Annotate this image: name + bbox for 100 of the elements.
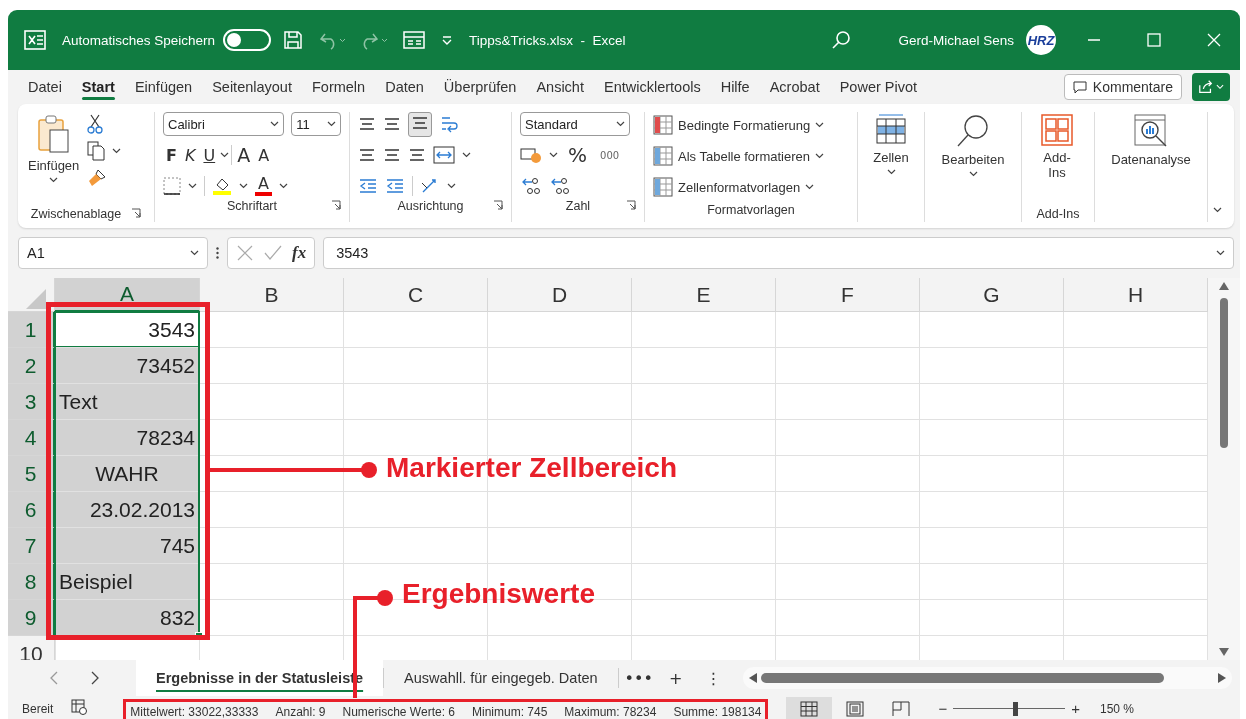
scroll-left-icon[interactable] [748,673,757,683]
close-icon[interactable] [1206,32,1222,48]
ribbon-tab[interactable]: Hilfe [710,74,760,100]
decrease-decimal-icon[interactable] [549,176,571,196]
styles-menu-button[interactable]: Bedingte Formatierung [653,112,849,138]
sheet-action-button[interactable]: + [656,667,695,689]
font-style-button[interactable]: U [200,145,219,165]
status-statistic[interactable]: Summe: 198134 [673,704,762,719]
view-button[interactable] [786,696,833,719]
ribbon-tab[interactable]: Daten [375,74,434,100]
increase-decimal-icon[interactable] [520,176,542,196]
ribbon-tab[interactable]: Acrobat [759,74,830,100]
paste-button[interactable]: Einfügen [26,112,82,206]
ribbon-tab[interactable]: Formeln [301,74,376,100]
column-header[interactable]: B [200,278,344,312]
scissors-icon[interactable] [87,114,104,134]
search-icon[interactable] [830,29,853,51]
share-button[interactable] [1192,73,1230,101]
status-statistic[interactable]: Maximum: 78234 [564,704,657,719]
sheet-tab[interactable]: Auswahll. für eingegeb. Daten [384,660,618,696]
editing-button[interactable]: Bearbeiten [933,112,1013,179]
insert-function-button[interactable]: fx [292,243,307,263]
thousands-button[interactable]: 000 [597,149,623,161]
percent-button[interactable]: % [565,143,590,167]
column-header[interactable]: H [1064,278,1208,312]
increase-indent-icon[interactable] [385,178,405,194]
font-name-dropdown[interactable]: Calibri [163,112,285,136]
font-color-button[interactable]: A [255,176,272,196]
cells-button[interactable]: Zellen [866,112,916,177]
sheet-action-button[interactable]: ••• [618,667,657,689]
ribbon-tab[interactable]: Einfügen [124,74,203,100]
font-size-dropdown[interactable]: 11 [291,112,341,136]
horizontal-scrollbar[interactable] [742,667,1232,689]
customize-icon[interactable] [441,34,454,46]
dialog-launcher-icon[interactable] [626,200,636,210]
dialog-launcher-icon[interactable] [331,200,341,210]
ribbon-tab[interactable]: Seitenlayout [202,74,302,100]
add-ins-button[interactable]: Add-Ins [1030,112,1084,206]
form-icon[interactable] [403,30,426,50]
styles-menu-button[interactable]: Als Tabelle formatieren [653,143,849,169]
scroll-down-icon[interactable] [1219,648,1229,656]
number-format-dropdown[interactable]: Standard [520,112,630,136]
comments-button[interactable]: Kommentare [1063,74,1182,100]
status-statistic[interactable]: Mittelwert: 33022,33333 [130,704,259,719]
shrink-font-button[interactable]: A [255,145,273,165]
ribbon-tab[interactable]: Start [71,74,125,100]
align-center-icon[interactable] [383,147,401,163]
currency-icon[interactable] [520,146,542,164]
ribbon-tab[interactable]: Power Pivot [829,74,928,100]
align-right-icon[interactable] [408,147,426,163]
data-analysis-button[interactable]: Datenanalyse [1103,112,1199,169]
align-top-icon[interactable] [358,116,376,132]
user-avatar[interactable]: HRZ [1026,25,1056,55]
normal-view-icon[interactable] [800,700,819,717]
copy-icon[interactable] [87,141,106,161]
name-box[interactable]: A1 [18,237,208,269]
decrease-indent-icon[interactable] [358,178,378,194]
zoom-out-button[interactable]: − [938,700,948,717]
page-break-icon[interactable] [892,700,911,717]
borders-icon[interactable] [163,177,181,195]
wrap-text-icon[interactable] [439,114,459,134]
align-left-icon[interactable] [358,147,376,163]
format-painter-icon[interactable] [87,168,108,188]
dialog-launcher-icon[interactable] [131,208,142,218]
merge-icon[interactable] [433,146,455,164]
ribbon-tab[interactable]: Datei [18,74,72,100]
autosave-toggle[interactable] [223,29,272,51]
cell-styles-icon[interactable] [653,177,673,197]
save-icon[interactable] [283,30,304,50]
scroll-right-icon[interactable] [1218,673,1226,683]
ribbon-tab[interactable]: Ansicht [526,74,594,100]
sheet-action-button[interactable]: ⋮ [694,667,733,689]
ribbon-tab[interactable]: Überprüfen [433,74,527,100]
column-header[interactable]: D [488,278,632,312]
font-style-button[interactable]: F [163,145,180,165]
scroll-up-icon[interactable] [1219,282,1229,290]
conditional-format-icon[interactable] [653,115,673,135]
font-style-button[interactable]: K [181,145,199,165]
status-statistic[interactable]: Numerische Werte: 6 [342,704,455,719]
zoom-level[interactable]: 150 % [1100,701,1134,716]
status-statistic[interactable]: Minimum: 745 [472,704,548,719]
align-bottom-icon[interactable] [411,114,429,131]
dialog-launcher-icon[interactable] [493,200,503,210]
formula-input[interactable]: 3543 [323,237,1234,269]
align-middle-icon[interactable] [383,116,401,132]
fill-color-icon[interactable] [212,176,232,196]
grow-font-button[interactable]: A [234,144,254,166]
column-header[interactable]: F [776,278,920,312]
status-statistic[interactable]: Anzahl: 9 [275,704,326,719]
table-format-icon[interactable] [653,146,673,166]
ribbon-tab[interactable]: Entwicklertools [593,74,711,100]
column-header[interactable]: E [632,278,776,312]
column-header[interactable]: G [920,278,1064,312]
scrollbar-thumb[interactable] [1220,298,1228,448]
styles-menu-button[interactable]: Zellenformatvorlagen [653,174,849,200]
maximize-icon[interactable] [1146,32,1162,48]
row-header[interactable]: 10 [8,636,55,660]
slider-thumb[interactable] [1012,701,1018,716]
column-header[interactable]: C [344,278,488,312]
zoom-in-button[interactable]: + [1071,700,1080,717]
